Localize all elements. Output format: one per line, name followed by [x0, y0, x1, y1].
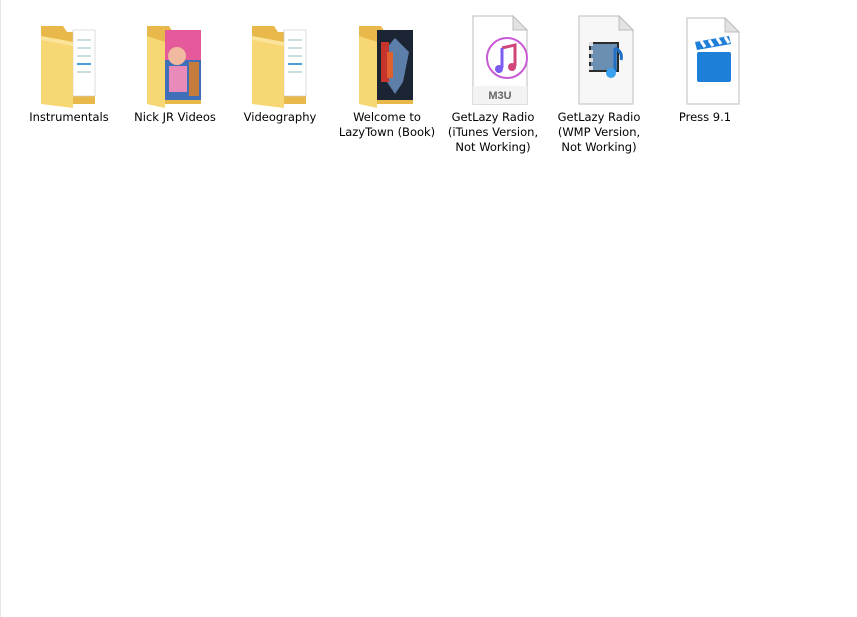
- folder-photo-icon: [139, 12, 211, 108]
- itunes-m3u-file-icon: M3U: [457, 12, 529, 108]
- file-item-instrumentals[interactable]: Instrumentals: [18, 12, 120, 125]
- file-item-getlazy-radio-wmp[interactable]: GetLazy Radio (WMP Version, Not Working): [548, 12, 650, 155]
- file-item-label: GetLazy Radio (iTunes Version, Not Worki…: [447, 110, 539, 154]
- file-item-label: Videography: [243, 110, 317, 124]
- file-explorer-icon-view: Instrumentals Nick JR Videos Videography…: [0, 0, 857, 617]
- file-item-videography[interactable]: Videography: [229, 12, 331, 125]
- wmp-playlist-file-icon: [563, 12, 635, 108]
- file-item-label: Welcome to LazyTown (Book): [338, 110, 436, 139]
- file-item-label: Press 9.1: [678, 110, 732, 124]
- file-item-label: Nick JR Videos: [134, 110, 216, 124]
- folder-documents-icon: [33, 12, 105, 108]
- file-item-press-9-1[interactable]: Press 9.1: [654, 12, 756, 125]
- video-clapper-file-icon: [669, 12, 741, 108]
- file-item-label: GetLazy Radio (WMP Version, Not Working): [557, 110, 641, 154]
- m3u-badge: M3U: [488, 90, 511, 102]
- file-item-nick-jr-videos[interactable]: Nick JR Videos: [124, 12, 226, 125]
- folder-documents-icon: [244, 12, 316, 108]
- folder-photo-icon: [351, 12, 423, 108]
- pane-divider: [0, 0, 1, 617]
- file-item-getlazy-radio-itunes[interactable]: M3U GetLazy Radio (iTunes Version, Not W…: [442, 12, 544, 155]
- file-item-label: Instrumentals: [29, 110, 109, 124]
- file-item-welcome-to-lazytown[interactable]: Welcome to LazyTown (Book): [336, 12, 438, 140]
